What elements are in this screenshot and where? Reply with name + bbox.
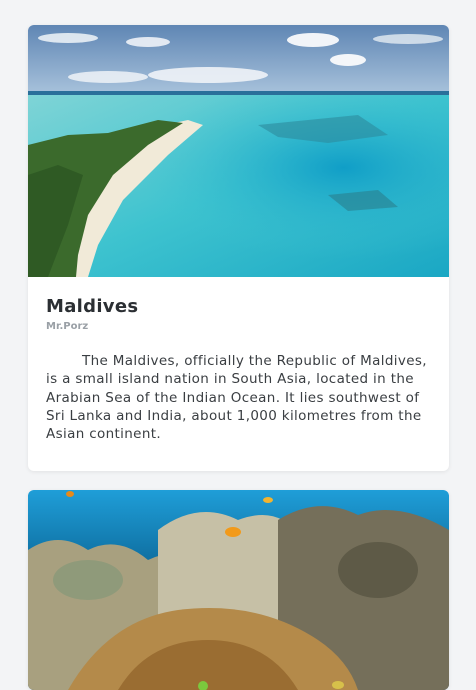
post-card-maldives[interactable]: Maldives Mr.Porz The Maldives, officiall…	[28, 25, 449, 471]
coral-reef-photo	[28, 490, 449, 690]
post-card-coral-reef[interactable]	[28, 490, 449, 690]
card-title[interactable]: Maldives	[46, 296, 431, 318]
maldives-beach-photo	[28, 25, 449, 277]
card-description: The Maldives, officially the Republic of…	[46, 353, 427, 443]
card-author: Mr.Porz	[46, 321, 89, 332]
